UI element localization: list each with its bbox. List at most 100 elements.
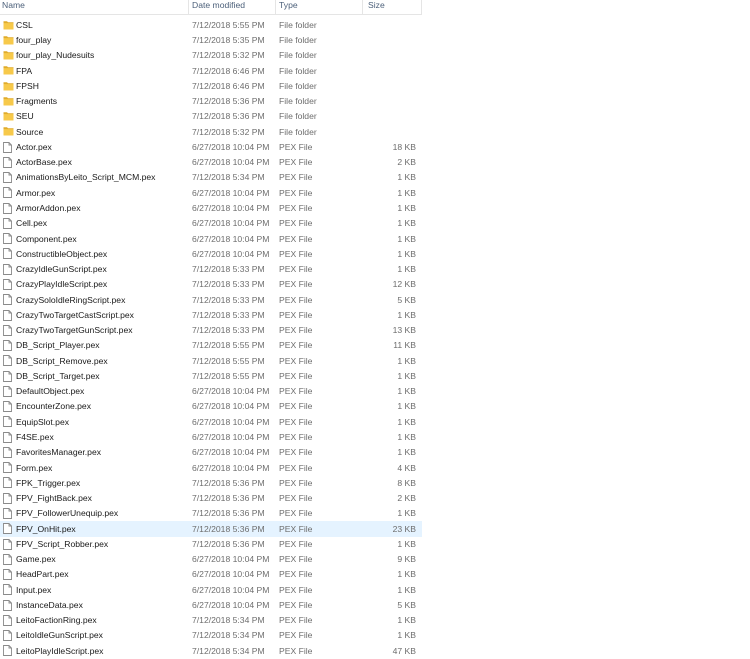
file-list-row[interactable]: Cell.pex 6/27/2018 10:04 PM PEX File 1 K… (0, 216, 422, 231)
file-type: PEX File (279, 447, 313, 458)
file-list-row[interactable]: EquipSlot.pex 6/27/2018 10:04 PM PEX Fil… (0, 414, 422, 429)
column-divider[interactable] (188, 0, 189, 14)
file-list-row[interactable]: CrazyPlayIdleScript.pex 7/12/2018 5:33 P… (0, 277, 422, 292)
file-list-row[interactable]: ConstructibleObject.pex 6/27/2018 10:04 … (0, 246, 422, 261)
file-size: 12 KB (392, 279, 416, 290)
file-date-modified: 7/12/2018 5:35 PM (192, 35, 265, 46)
file-date-modified: 7/12/2018 5:34 PM (192, 615, 265, 626)
file-date-modified: 7/12/2018 5:36 PM (192, 493, 265, 504)
file-list-row[interactable]: Fragments 7/12/2018 5:36 PM File folder (0, 94, 422, 109)
file-list-row[interactable]: Input.pex 6/27/2018 10:04 PM PEX File 1 … (0, 582, 422, 597)
column-header-type[interactable]: Type (279, 0, 298, 14)
column-header-name[interactable]: Name (2, 0, 25, 14)
file-type: PEX File (279, 584, 313, 595)
file-type: PEX File (279, 370, 313, 381)
file-name: Form.pex (16, 462, 53, 473)
file-list-row[interactable]: SEU 7/12/2018 5:36 PM File folder (0, 109, 422, 124)
file-list-row[interactable]: DefaultObject.pex 6/27/2018 10:04 PM PEX… (0, 384, 422, 399)
file-name: LeitoFactionRing.pex (16, 615, 97, 626)
file-icon (3, 218, 13, 229)
file-list-row[interactable]: FPK_Trigger.pex 7/12/2018 5:36 PM PEX Fi… (0, 475, 422, 490)
file-list-row[interactable]: FavoritesManager.pex 6/27/2018 10:04 PM … (0, 445, 422, 460)
file-size: 5 KB (397, 294, 416, 305)
file-date-modified: 6/27/2018 10:04 PM (192, 202, 270, 213)
file-name: AnimationsByLeito_Script_MCM.pex (16, 172, 156, 183)
folder-icon (3, 111, 14, 122)
file-size: 1 KB (397, 233, 416, 244)
file-size: 1 KB (397, 401, 416, 412)
file-list-row[interactable]: FPV_Script_Robber.pex 7/12/2018 5:36 PM … (0, 537, 422, 552)
file-list-row[interactable]: Actor.pex 6/27/2018 10:04 PM PEX File 18… (0, 140, 422, 155)
file-name: ActorBase.pex (16, 157, 72, 168)
file-type: PEX File (279, 141, 313, 152)
file-list-row[interactable]: FPV_FightBack.pex 7/12/2018 5:36 PM PEX … (0, 491, 422, 506)
file-list-row[interactable]: DB_Script_Target.pex 7/12/2018 5:55 PM P… (0, 369, 422, 384)
file-list-row[interactable]: Armor.pex 6/27/2018 10:04 PM PEX File 1 … (0, 185, 422, 200)
file-list-row[interactable]: Game.pex 6/27/2018 10:04 PM PEX File 9 K… (0, 552, 422, 567)
folder-icon (3, 20, 14, 31)
file-date-modified: 7/12/2018 5:36 PM (192, 538, 265, 549)
file-icon (3, 248, 13, 260)
file-name: EncounterZone.pex (16, 401, 92, 412)
file-type: PEX File (279, 248, 313, 259)
file-list-row[interactable]: F4SE.pex 6/27/2018 10:04 PM PEX File 1 K… (0, 430, 422, 445)
folder-icon (3, 65, 14, 76)
file-list-row[interactable]: CrazyTwoTargetGunScript.pex 7/12/2018 5:… (0, 323, 422, 338)
file-list-row[interactable]: ArmorAddon.pex 6/27/2018 10:04 PM PEX Fi… (0, 201, 422, 216)
file-list-row[interactable]: FPV_FollowerUnequip.pex 7/12/2018 5:36 P… (0, 506, 422, 521)
file-list-row[interactable]: ActorBase.pex 6/27/2018 10:04 PM PEX Fil… (0, 155, 422, 170)
file-list-row[interactable]: FPV_OnHit.pex 7/12/2018 5:36 PM PEX File… (0, 521, 422, 537)
file-icon (3, 156, 13, 168)
file-date-modified: 7/12/2018 5:36 PM (192, 508, 265, 519)
file-date-modified: 7/12/2018 6:46 PM (192, 65, 265, 76)
file-date-modified: 7/12/2018 5:33 PM (192, 264, 265, 275)
file-list-row[interactable]: FPA 7/12/2018 6:46 PM File folder (0, 63, 422, 78)
file-name: FPA (16, 65, 33, 76)
file-name: LeitoPlayIdleScript.pex (16, 645, 104, 656)
file-list-row[interactable]: four_play_Nudesuits 7/12/2018 5:32 PM Fi… (0, 48, 422, 63)
file-name: FPV_FightBack.pex (16, 493, 92, 504)
file-size: 4 KB (397, 462, 416, 473)
file-type: PEX File (279, 645, 313, 656)
file-type: PEX File (279, 264, 313, 275)
file-list-row[interactable]: Source 7/12/2018 5:32 PM File folder (0, 124, 422, 139)
column-header-size[interactable]: Size (368, 0, 385, 14)
file-list-row[interactable]: CSL 7/12/2018 5:55 PM File folder (0, 18, 422, 33)
column-header-date-modified[interactable]: Date modified (192, 0, 245, 14)
file-list-row[interactable]: HeadPart.pex 6/27/2018 10:04 PM PEX File… (0, 567, 422, 582)
file-icon (3, 172, 13, 184)
file-list-row[interactable]: LeitoFactionRing.pex 7/12/2018 5:34 PM P… (0, 613, 422, 628)
file-list-row[interactable]: LeitoIdleGunScript.pex 7/12/2018 5:34 PM… (0, 628, 422, 643)
file-type: PEX File (279, 340, 313, 351)
file-type: PEX File (279, 325, 313, 336)
file-type: File folder (279, 96, 317, 107)
column-divider[interactable] (275, 0, 276, 14)
file-list-row[interactable]: AnimationsByLeito_Script_MCM.pex 7/12/20… (0, 170, 422, 185)
file-type: PEX File (279, 493, 313, 504)
file-list-row[interactable]: CrazyIdleGunScript.pex 7/12/2018 5:33 PM… (0, 262, 422, 277)
file-date-modified: 6/27/2018 10:04 PM (192, 599, 270, 610)
column-divider[interactable] (362, 0, 363, 14)
file-date-modified: 6/27/2018 10:04 PM (192, 248, 270, 259)
file-list-row[interactable]: CrazySoloIdleRingScript.pex 7/12/2018 5:… (0, 292, 422, 307)
file-date-modified: 7/12/2018 5:33 PM (192, 325, 265, 336)
file-name: Fragments (16, 96, 58, 107)
file-list-row[interactable]: InstanceData.pex 6/27/2018 10:04 PM PEX … (0, 598, 422, 613)
file-list-row[interactable]: Form.pex 6/27/2018 10:04 PM PEX File 4 K… (0, 460, 422, 475)
file-list-row[interactable]: FPSH 7/12/2018 6:46 PM File folder (0, 79, 422, 94)
file-list-row[interactable]: DB_Script_Player.pex 7/12/2018 5:55 PM P… (0, 338, 422, 353)
file-list-row[interactable]: Component.pex 6/27/2018 10:04 PM PEX Fil… (0, 231, 422, 246)
file-icon (3, 477, 13, 489)
file-list-row[interactable]: CrazyTwoTargetCastScript.pex 7/12/2018 5… (0, 308, 422, 323)
file-list-row[interactable]: four_play 7/12/2018 5:35 PM File folder (0, 33, 422, 48)
file-list-row[interactable]: DB_Script_Remove.pex 7/12/2018 5:55 PM P… (0, 353, 422, 368)
column-divider[interactable] (421, 0, 422, 14)
file-name: Game.pex (16, 554, 56, 565)
file-type: File folder (279, 126, 317, 137)
file-list-row[interactable]: LeitoPlayIdleScript.pex 7/12/2018 5:34 P… (0, 643, 422, 658)
file-name: ConstructibleObject.pex (16, 248, 108, 259)
file-type: PEX File (279, 233, 313, 244)
file-name: ArmorAddon.pex (16, 202, 81, 213)
file-list-row[interactable]: EncounterZone.pex 6/27/2018 10:04 PM PEX… (0, 399, 422, 414)
file-icon (3, 202, 13, 214)
